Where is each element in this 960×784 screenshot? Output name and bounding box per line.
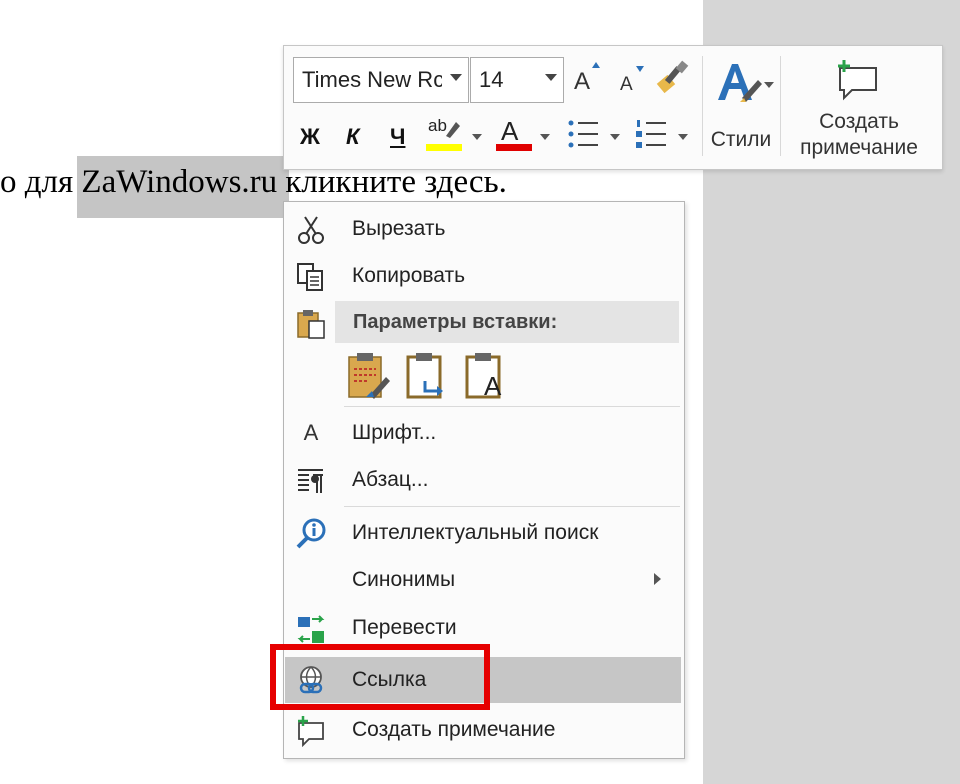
font-size-value: 14 bbox=[479, 67, 504, 92]
paste-keep-text-only-button[interactable]: A bbox=[464, 351, 510, 401]
translate-icon bbox=[297, 615, 325, 643]
chevron-down-icon[interactable] bbox=[450, 74, 462, 81]
arrow-down-icon bbox=[636, 66, 644, 72]
italic-button[interactable]: К bbox=[346, 124, 360, 150]
text-only-glyph: A bbox=[484, 371, 502, 401]
toolbar-separator bbox=[780, 56, 781, 156]
chevron-down-icon[interactable] bbox=[540, 134, 550, 140]
menu-item-label: Синонимы bbox=[352, 568, 456, 591]
toolbar-separator bbox=[702, 56, 703, 156]
bullets-button[interactable] bbox=[566, 116, 602, 152]
paste-keep-formatting-icon bbox=[348, 353, 390, 399]
menu-item-label: Копировать bbox=[352, 264, 466, 287]
menu-item-label: Вырезать bbox=[352, 217, 446, 240]
chevron-right-icon bbox=[654, 573, 661, 585]
font-size-combobox[interactable]: 14 bbox=[470, 57, 564, 103]
paste-keep-source-formatting-button[interactable] bbox=[346, 351, 392, 401]
font-color-bar bbox=[496, 144, 532, 151]
highlight-button[interactable]: ab bbox=[426, 116, 466, 156]
chevron-down-icon[interactable] bbox=[678, 134, 688, 140]
menu-item-smart-lookup[interactable]: Интеллектуальный поиск bbox=[285, 510, 681, 556]
menu-item-label: Интеллектуальный поиск bbox=[352, 521, 599, 544]
menu-item-label: Абзац... bbox=[352, 468, 429, 491]
new-comment-icon bbox=[838, 60, 877, 101]
chevron-down-icon[interactable] bbox=[545, 74, 557, 81]
font-name-value: Times New Rc bbox=[302, 67, 442, 92]
menu-item-new-comment[interactable]: Создать примечание bbox=[285, 707, 681, 753]
menu-item-label: Перевести bbox=[352, 616, 457, 639]
highlight-color-bar bbox=[426, 144, 462, 151]
menu-separator bbox=[344, 406, 680, 407]
menu-separator bbox=[344, 506, 680, 507]
menu-item-paragraph[interactable]: Абзац... bbox=[285, 457, 681, 503]
numbering-button[interactable] bbox=[634, 116, 670, 152]
paste-merge-formatting-button[interactable] bbox=[405, 351, 451, 401]
font-color-button[interactable]: A bbox=[496, 116, 534, 156]
new-comment-label-line1: Создать bbox=[819, 110, 899, 133]
styles-icon bbox=[718, 64, 762, 102]
paste-merge-formatting-icon bbox=[406, 353, 443, 399]
underline-button[interactable]: Ч bbox=[390, 124, 405, 150]
paintbrush-icon bbox=[656, 60, 689, 94]
paste-options-label: Параметры вставки: bbox=[353, 311, 558, 333]
menu-item-synonyms[interactable]: Синонимы bbox=[285, 557, 681, 603]
menu-item-cut[interactable]: Вырезать bbox=[285, 206, 681, 252]
chevron-down-icon bbox=[764, 82, 774, 88]
menu-item-label: Шрифт... bbox=[352, 421, 437, 444]
bold-button[interactable]: Ж bbox=[300, 124, 320, 150]
menu-item-font[interactable]: A Шрифт... bbox=[285, 410, 681, 456]
new-comment-icon bbox=[298, 716, 324, 747]
bullet-list-icon bbox=[568, 120, 598, 148]
smart-lookup-icon bbox=[296, 518, 326, 549]
shrink-font-button[interactable]: A bbox=[614, 62, 646, 98]
font-name-combobox[interactable]: Times New Rc bbox=[293, 57, 469, 103]
styles-label: Стили bbox=[710, 128, 772, 151]
menu-item-label: Создать примечание bbox=[352, 718, 556, 741]
paste-options-header: Параметры вставки: bbox=[335, 301, 679, 343]
arrow-up-icon bbox=[592, 62, 600, 68]
styles-button[interactable]: Стили bbox=[708, 54, 774, 160]
font-icon: A bbox=[303, 420, 319, 445]
scissors-icon bbox=[298, 216, 324, 244]
paste-icon bbox=[297, 310, 325, 339]
numbered-list-icon bbox=[636, 120, 666, 148]
grow-font-button[interactable]: A bbox=[572, 62, 604, 98]
copy-icon bbox=[297, 263, 323, 291]
paragraph-icon bbox=[298, 469, 323, 493]
new-comment-toolbar-button[interactable]: Создать примечание bbox=[784, 54, 934, 164]
chevron-down-icon[interactable] bbox=[610, 134, 620, 140]
font-color-icon: A bbox=[501, 116, 519, 146]
shrink-font-icon: A bbox=[620, 74, 633, 95]
menu-item-copy[interactable]: Копировать bbox=[285, 253, 681, 299]
chevron-down-icon[interactable] bbox=[472, 134, 482, 140]
annotation-highlight-box bbox=[270, 644, 490, 710]
grow-font-icon: A bbox=[574, 68, 591, 95]
marker-icon bbox=[446, 122, 460, 138]
format-painter-button[interactable] bbox=[656, 60, 692, 98]
new-comment-label-line2: примечание bbox=[800, 136, 918, 159]
mini-toolbar: Times New Rc 14 A A Стили Создать примеч… bbox=[283, 45, 943, 170]
